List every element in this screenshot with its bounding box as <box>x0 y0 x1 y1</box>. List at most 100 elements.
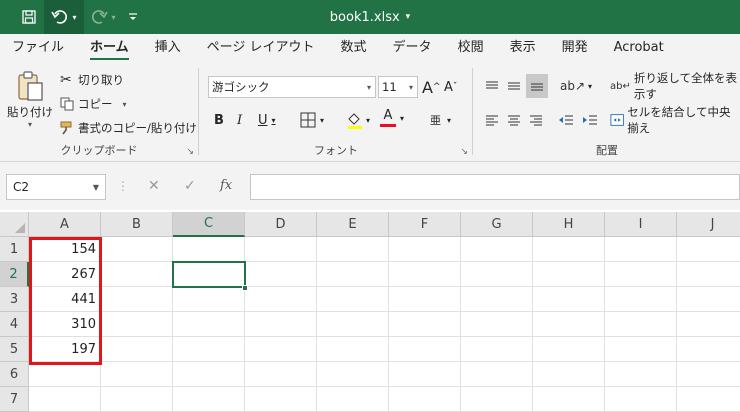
cell-g5[interactable] <box>461 337 533 362</box>
cell-b5[interactable] <box>101 337 173 362</box>
bold-button[interactable]: B <box>214 110 224 130</box>
cell-i4[interactable] <box>605 312 677 337</box>
undo-dropdown-icon[interactable]: ▾ <box>72 13 76 22</box>
copy-dropdown-icon[interactable]: ▾ <box>123 100 127 109</box>
cell-h5[interactable] <box>533 337 605 362</box>
cell-f4[interactable] <box>389 312 461 337</box>
cell-b1[interactable] <box>101 237 173 262</box>
column-header-i[interactable]: I <box>605 212 677 237</box>
column-header-d[interactable]: D <box>245 212 317 237</box>
cell-b4[interactable] <box>101 312 173 337</box>
font-name-select[interactable]: 游ゴシック ▾ <box>208 76 376 98</box>
cell-f5[interactable] <box>389 337 461 362</box>
align-middle-button[interactable] <box>504 76 524 96</box>
cell-e2[interactable] <box>317 262 389 287</box>
cell-h2[interactable] <box>533 262 605 287</box>
column-header-g[interactable]: G <box>461 212 533 237</box>
font-size-select[interactable]: 11 ▾ <box>378 76 418 98</box>
cell-a6[interactable] <box>29 362 101 387</box>
font-launcher-icon[interactable]: ↘ <box>460 147 468 157</box>
save-icon[interactable] <box>14 0 44 34</box>
tab-home[interactable]: ホーム <box>90 34 129 62</box>
font-color-button[interactable]: A <box>380 108 396 132</box>
tab-page-layout[interactable]: ページ レイアウト <box>207 34 315 62</box>
row-header-3[interactable]: 3 <box>0 287 29 312</box>
tab-acrobat[interactable]: Acrobat <box>614 34 664 62</box>
cell-e6[interactable] <box>317 362 389 387</box>
column-header-j[interactable]: J <box>677 212 740 237</box>
customize-qat-icon[interactable] <box>122 0 144 34</box>
tab-review[interactable]: 校閲 <box>458 34 484 62</box>
row-header-5[interactable]: 5 <box>0 337 29 362</box>
cell-b2[interactable] <box>101 262 173 287</box>
cell-j5[interactable] <box>677 337 740 362</box>
tab-formulas[interactable]: 数式 <box>341 34 367 62</box>
cell-h6[interactable] <box>533 362 605 387</box>
cell-a5[interactable]: 197 <box>29 337 101 362</box>
align-right-button[interactable] <box>526 110 546 130</box>
fill-color-button[interactable]: ▾ <box>346 110 370 130</box>
cell-a2[interactable]: 267 <box>29 262 101 287</box>
column-header-b[interactable]: B <box>101 212 173 237</box>
align-bottom-button[interactable] <box>526 74 548 98</box>
cell-i1[interactable] <box>605 237 677 262</box>
borders-button[interactable]: ▾ <box>300 110 324 130</box>
cell-e4[interactable] <box>317 312 389 337</box>
tab-view[interactable]: 表示 <box>510 34 536 62</box>
fill-handle[interactable] <box>242 285 248 291</box>
cell-d2[interactable] <box>245 262 317 287</box>
cell-i5[interactable] <box>605 337 677 362</box>
undo-icon[interactable]: ▾ <box>44 0 84 34</box>
clipboard-launcher-icon[interactable]: ↘ <box>186 147 194 157</box>
cell-c5[interactable] <box>173 337 245 362</box>
column-header-f[interactable]: F <box>389 212 461 237</box>
document-title[interactable]: book1.xlsx <box>330 10 400 25</box>
column-header-e[interactable]: E <box>317 212 389 237</box>
cell-j6[interactable] <box>677 362 740 387</box>
column-header-a[interactable]: A <box>29 212 101 237</box>
cell-e1[interactable] <box>317 237 389 262</box>
cell-g3[interactable] <box>461 287 533 312</box>
cell-h3[interactable] <box>533 287 605 312</box>
cell-d4[interactable] <box>245 312 317 337</box>
cell-f1[interactable] <box>389 237 461 262</box>
cell-j2[interactable] <box>677 262 740 287</box>
cell-a3[interactable]: 441 <box>29 287 101 312</box>
italic-button[interactable]: I <box>237 110 242 130</box>
cell-g1[interactable] <box>461 237 533 262</box>
row-header-2[interactable]: 2 <box>0 262 29 287</box>
format-painter-button[interactable]: 書式のコピー/貼り付け <box>60 118 197 138</box>
row-header-4[interactable]: 4 <box>0 312 29 337</box>
cell-j3[interactable] <box>677 287 740 312</box>
cell-b6[interactable] <box>101 362 173 387</box>
cell-i3[interactable] <box>605 287 677 312</box>
orientation-button[interactable]: ab↗ ▾ <box>560 76 592 96</box>
cell-a1[interactable]: 154 <box>29 237 101 262</box>
cell-d6[interactable] <box>245 362 317 387</box>
title-dropdown-icon[interactable]: ▾ <box>406 12 411 22</box>
formula-input[interactable] <box>250 174 740 200</box>
cell-c3[interactable] <box>173 287 245 312</box>
cell-c6[interactable] <box>173 362 245 387</box>
formula-bar-handle[interactable]: ⋮ <box>117 179 129 193</box>
align-left-button[interactable] <box>482 110 502 130</box>
align-center-button[interactable] <box>504 110 524 130</box>
cell-h4[interactable] <box>533 312 605 337</box>
decrease-indent-button[interactable] <box>556 110 576 130</box>
cell-f6[interactable] <box>389 362 461 387</box>
cancel-icon[interactable]: ✕ <box>148 178 160 194</box>
cell-g2[interactable] <box>461 262 533 287</box>
underline-button[interactable]: U ▾ <box>258 110 276 130</box>
cell-d1[interactable] <box>245 237 317 262</box>
phonetic-guide-button[interactable]: 亜 ▾ <box>430 110 451 130</box>
tab-insert[interactable]: 挿入 <box>155 34 181 62</box>
cell-c4[interactable] <box>173 312 245 337</box>
tab-file[interactable]: ファイル <box>12 34 64 62</box>
cell-b3[interactable] <box>101 287 173 312</box>
cell-g6[interactable] <box>461 362 533 387</box>
cell-c2[interactable] <box>173 262 245 287</box>
row-header-6[interactable]: 6 <box>0 362 29 387</box>
select-all-button[interactable] <box>0 212 29 237</box>
increase-indent-button[interactable] <box>580 110 600 130</box>
tab-developer[interactable]: 開発 <box>562 34 588 62</box>
